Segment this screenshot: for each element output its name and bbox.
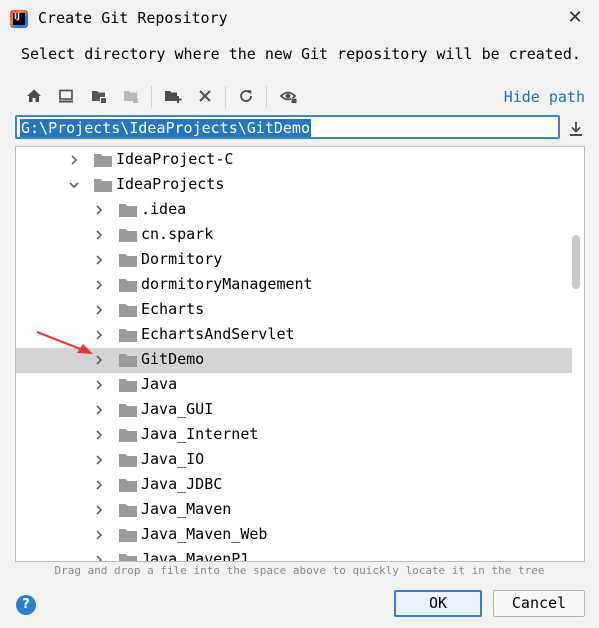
project-folder-icon[interactable] bbox=[87, 84, 111, 108]
refresh-icon[interactable] bbox=[234, 84, 258, 108]
ok-button[interactable]: OK bbox=[394, 590, 482, 617]
tree-row[interactable]: Java bbox=[16, 373, 572, 398]
chevron-right-icon[interactable] bbox=[93, 329, 105, 341]
chevron-right-icon[interactable] bbox=[93, 254, 105, 266]
tree-row[interactable]: IdeaProject-C bbox=[16, 148, 572, 173]
chevron-right-icon[interactable] bbox=[93, 454, 105, 466]
chevron-right-icon[interactable] bbox=[93, 229, 105, 241]
chevron-right-icon[interactable] bbox=[93, 204, 105, 216]
folder-icon bbox=[119, 454, 137, 467]
tree-row[interactable]: cn.spark bbox=[16, 223, 572, 248]
tree-row[interactable]: Java_JDBC bbox=[16, 473, 572, 498]
tree-row[interactable]: Java_IO bbox=[16, 448, 572, 473]
tree-row-label: Java bbox=[141, 375, 178, 393]
folder-icon bbox=[119, 354, 137, 367]
folder-icon bbox=[94, 179, 112, 192]
tree-row[interactable]: IdeaProjects bbox=[16, 173, 572, 198]
module-folder-icon bbox=[119, 84, 143, 108]
tree-scrollbar[interactable] bbox=[572, 235, 580, 289]
tree-row-label: cn.spark bbox=[141, 225, 214, 243]
folder-icon bbox=[119, 279, 137, 292]
folder-icon bbox=[119, 504, 137, 517]
folder-icon bbox=[119, 229, 137, 242]
directory-tree[interactable]: Java_MavenP1 Java_Maven_Web Java_Maven Java… bbox=[15, 146, 585, 562]
dialog-description: Select directory where the new Git repos… bbox=[21, 45, 581, 63]
chevron-right-icon[interactable] bbox=[93, 404, 105, 416]
tree-row-label: Java_MavenP1 bbox=[141, 550, 250, 562]
tree-row-label: Java_JDBC bbox=[141, 475, 223, 493]
tree-row-label: IdeaProject-C bbox=[116, 150, 234, 168]
chevron-right-icon[interactable] bbox=[93, 429, 105, 441]
hide-path-link[interactable]: Hide path bbox=[504, 88, 585, 106]
tree-row-label: Java_IO bbox=[141, 450, 205, 468]
tree-row-label: EchartsAndServlet bbox=[141, 325, 295, 343]
tree-row[interactable]: Java_GUI bbox=[16, 398, 572, 423]
cancel-button[interactable]: Cancel bbox=[493, 590, 585, 617]
tree-row-label: Java_GUI bbox=[141, 400, 214, 418]
tree-hint: Drag and drop a file into the space abov… bbox=[54, 564, 545, 577]
toolbar-separator bbox=[151, 86, 152, 108]
tree-row-label: Java_Internet bbox=[141, 425, 259, 443]
title-bar: IJ Create Git Repository ✕ bbox=[0, 0, 599, 38]
chevron-right-icon[interactable] bbox=[93, 479, 105, 491]
path-input[interactable]: G:\Projects\IdeaProjects\GitDemo bbox=[15, 115, 560, 139]
chevron-right-icon[interactable] bbox=[93, 554, 105, 562]
show-hidden-files-icon[interactable] bbox=[277, 84, 301, 108]
toolbar-separator bbox=[266, 86, 267, 108]
chevron-right-icon[interactable] bbox=[93, 304, 105, 316]
folder-icon bbox=[119, 554, 137, 561]
toolbar-separator bbox=[225, 86, 226, 108]
chevron-right-icon[interactable] bbox=[93, 279, 105, 291]
new-folder-icon[interactable] bbox=[161, 84, 185, 108]
intellij-logo-icon: IJ bbox=[10, 10, 28, 28]
help-button[interactable]: ? bbox=[16, 595, 36, 615]
tree-row[interactable]: Echarts bbox=[16, 298, 572, 323]
path-row: G:\Projects\IdeaProjects\GitDemo bbox=[15, 115, 564, 141]
folder-icon bbox=[119, 329, 137, 342]
home-icon[interactable] bbox=[22, 84, 46, 108]
desktop-icon[interactable] bbox=[54, 84, 78, 108]
tree-row-label: Dormitory bbox=[141, 250, 223, 268]
tree-row-label: Java_Maven_Web bbox=[141, 525, 268, 543]
chevron-right-icon[interactable] bbox=[93, 354, 105, 366]
tree-row-label: GitDemo bbox=[141, 350, 205, 368]
folder-icon bbox=[94, 154, 112, 167]
tree-row-label: IdeaProjects bbox=[116, 175, 225, 193]
tree-row[interactable]: Dormitory bbox=[16, 248, 572, 273]
tree-row[interactable]: Java_Internet bbox=[16, 423, 572, 448]
delete-icon[interactable] bbox=[193, 84, 217, 108]
tree-row-label: .idea bbox=[141, 200, 187, 218]
chevron-right-icon[interactable] bbox=[93, 504, 105, 516]
chevron-right-icon[interactable] bbox=[68, 154, 80, 166]
chevron-down-icon[interactable] bbox=[68, 179, 80, 191]
folder-icon bbox=[119, 204, 137, 217]
folder-icon bbox=[119, 254, 137, 267]
tree-row[interactable]: dormitoryManagement bbox=[16, 273, 572, 298]
tree-row[interactable]: Java_Maven bbox=[16, 498, 572, 523]
tree-row-label: Echarts bbox=[141, 300, 205, 318]
chevron-right-icon[interactable] bbox=[93, 379, 105, 391]
folder-icon bbox=[119, 379, 137, 392]
download-icon[interactable] bbox=[568, 121, 586, 139]
tree-row-label: Java_Maven bbox=[141, 500, 232, 518]
folder-icon bbox=[119, 404, 137, 417]
toolbar: Hide path bbox=[20, 82, 590, 110]
chevron-right-icon[interactable] bbox=[93, 529, 105, 541]
folder-icon bbox=[119, 529, 137, 542]
tree-row-label: dormitoryManagement bbox=[141, 275, 313, 293]
path-value: G:\Projects\IdeaProjects\GitDemo bbox=[20, 119, 311, 137]
tree-row[interactable]: EchartsAndServlet bbox=[16, 323, 572, 348]
tree-row[interactable]: .idea bbox=[16, 198, 572, 223]
close-button[interactable]: ✕ bbox=[563, 6, 587, 30]
tree-row[interactable]: Java_MavenP1 bbox=[16, 548, 572, 562]
window-title: Create Git Repository bbox=[38, 9, 228, 27]
folder-icon bbox=[119, 479, 137, 492]
tree-row[interactable]: Java_Maven_Web bbox=[16, 523, 572, 548]
folder-icon bbox=[119, 304, 137, 317]
tree-row[interactable]: GitDemo bbox=[16, 348, 572, 373]
folder-icon bbox=[119, 429, 137, 442]
